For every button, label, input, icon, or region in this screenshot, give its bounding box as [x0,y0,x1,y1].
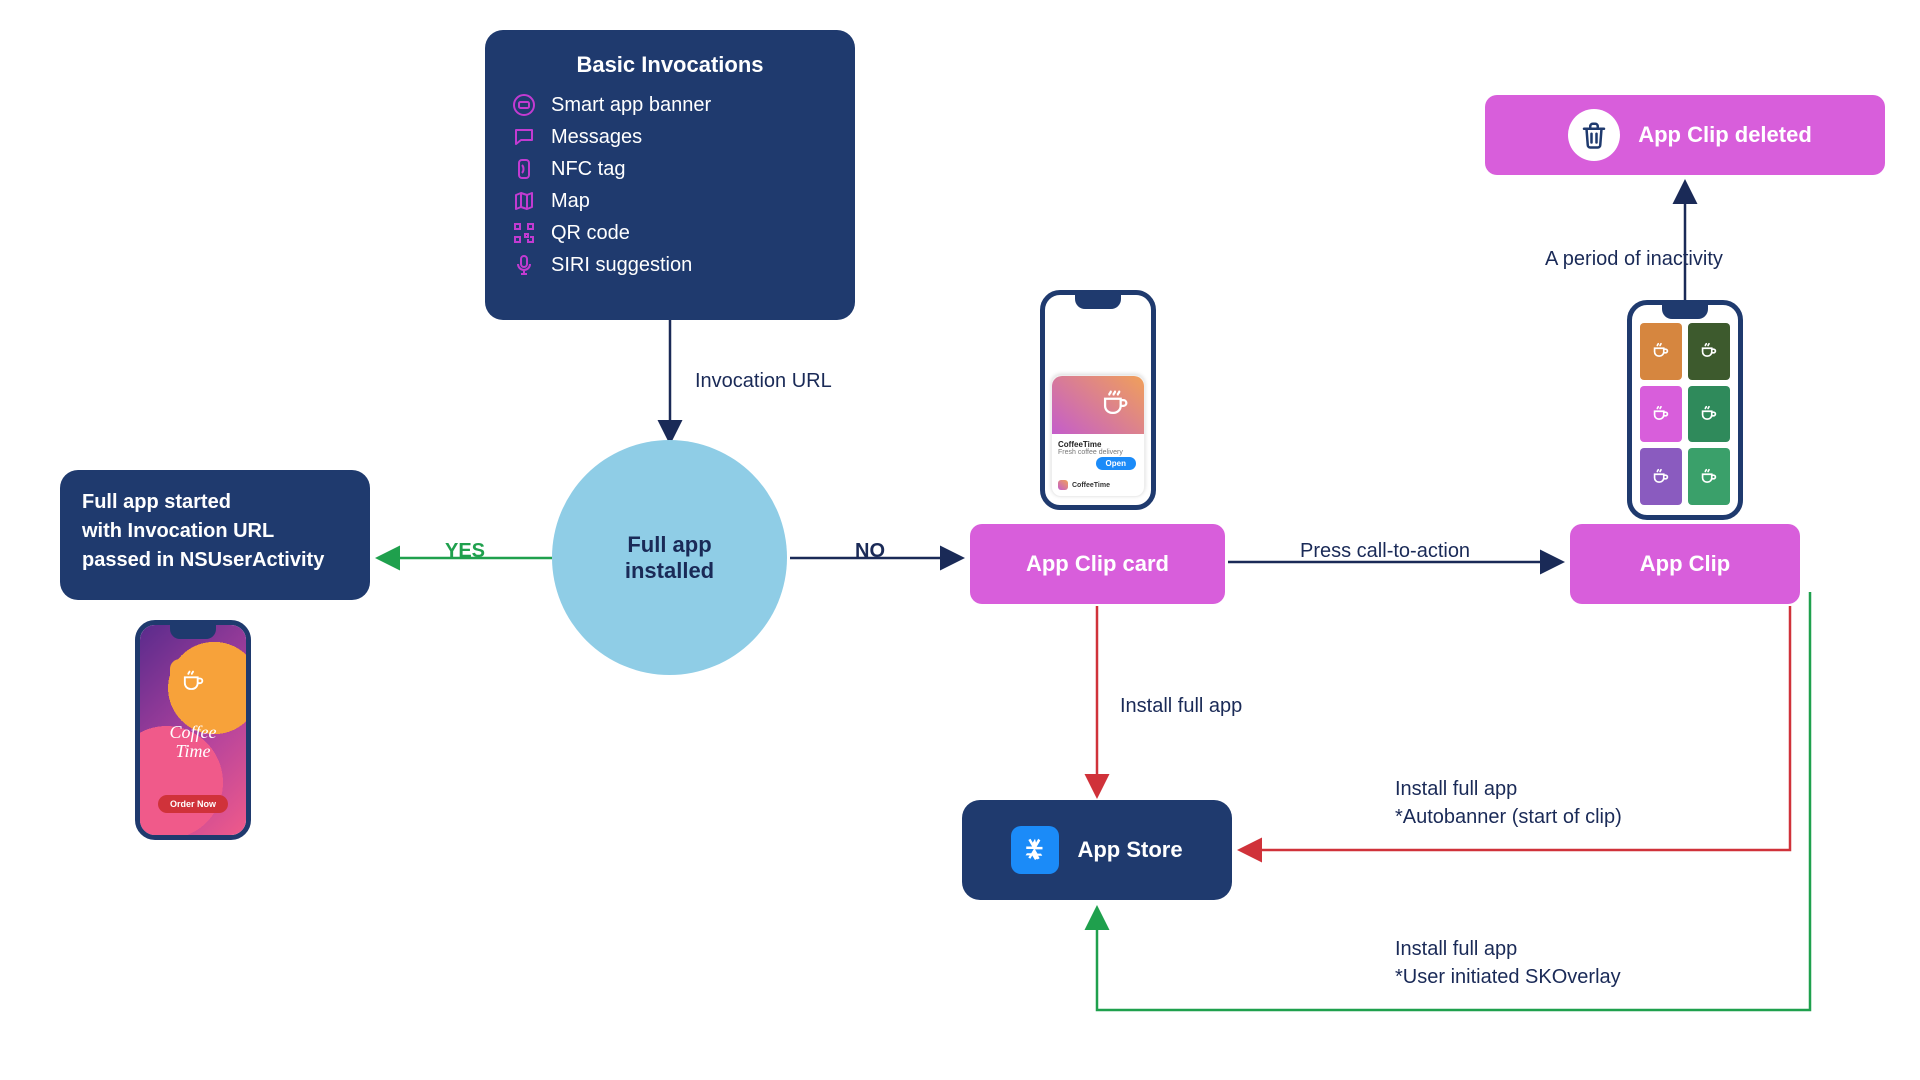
invocation-label: QR code [551,222,630,245]
app-clip-tile [1688,386,1730,443]
app-clip-card-box: App Clip card [970,524,1225,604]
decision-line: installed [625,558,714,584]
edge-invocation-url: Invocation URL [695,370,832,393]
edge-yes: YES [445,540,485,563]
app-clip-deleted-box: App Clip deleted [1485,95,1885,175]
messages-icon [511,124,537,150]
card-brand: CoffeeTime [1072,482,1110,489]
edge-line: Install full app [1395,775,1622,803]
coffee-brand-line: Coffee [140,723,246,742]
map-icon [511,188,537,214]
full-app-started-line: Full app started [82,488,348,517]
edge-inactivity: A period of inactivity [1545,248,1723,271]
phone-mockup-app-clip [1627,300,1743,520]
card-title: CoffeeTime [1052,434,1144,449]
nfc-icon [511,156,537,182]
invocation-item: SIRI suggestion [511,252,829,278]
invocation-item: Map [511,188,829,214]
app-clip-tile [1640,448,1682,505]
invocation-label: NFC tag [551,158,625,181]
invocation-item: NFC tag [511,156,829,182]
full-app-started-box: Full app started with Invocation URL pas… [60,470,370,600]
edge-line: *User initiated SKOverlay [1395,963,1621,991]
siri-icon [511,252,537,278]
edge-install-autobanner: Install full app *Autobanner (start of c… [1395,775,1622,831]
app-clip-tile-grid [1640,323,1730,505]
app-clip-tile [1688,448,1730,505]
full-app-started-line: with Invocation URL [82,517,348,546]
app-store-icon [1011,826,1059,874]
invocation-label: Smart app banner [551,94,711,117]
qr-icon [511,220,537,246]
card-open-button: Open [1096,457,1136,470]
full-app-started-line: passed in NSUserActivity [82,546,348,575]
edge-install-skoverlay: Install full app *User initiated SKOverl… [1395,935,1621,991]
order-now-button: Order Now [158,795,228,813]
app-store-box: App Store [962,800,1232,900]
decision-line: Full app [625,532,714,558]
invocation-label: SIRI suggestion [551,254,692,277]
card-subtitle: Fresh coffee delivery [1052,449,1144,456]
full-app-installed-decision: Full app installed [552,440,787,675]
edge-install-full-app: Install full app [1120,695,1242,718]
app-clip-flow-diagram: Basic Invocations Smart app banner Messa… [0,0,1920,1080]
invocation-label: Map [551,190,590,213]
invocation-item: QR code [511,220,829,246]
app-clip-box: App Clip [1570,524,1800,604]
edge-line: *Autobanner (start of clip) [1395,803,1622,831]
edge-press-cta: Press call-to-action [1300,540,1470,563]
phone-mockup-full-app: Coffee Time Order Now [135,620,251,840]
basic-invocations-box: Basic Invocations Smart app banner Messa… [485,30,855,320]
invocation-item: Messages [511,124,829,150]
app-store-label: App Store [1077,837,1182,863]
coffee-cup-icon [1098,386,1132,420]
edge-no: NO [855,540,885,563]
app-clip-deleted-label: App Clip deleted [1638,122,1812,148]
app-clip-tile [1640,386,1682,443]
trash-icon [1568,109,1620,161]
edge-line: Install full app [1395,935,1621,963]
invocation-item: Smart app banner [511,92,829,118]
app-clip-tile [1688,323,1730,380]
app-clip-tile [1640,323,1682,380]
coffee-brand-line: Time [140,742,246,761]
app-clip-card-label: App Clip card [1026,551,1169,577]
invocation-label: Messages [551,126,642,149]
app-clip-label: App Clip [1640,551,1730,577]
phone-mockup-app-clip-card: CoffeeTime Fresh coffee delivery Open Co… [1040,290,1156,510]
basic-invocations-title: Basic Invocations [511,52,829,78]
coffee-cup-icon [170,659,216,705]
smart-banner-icon [511,92,537,118]
